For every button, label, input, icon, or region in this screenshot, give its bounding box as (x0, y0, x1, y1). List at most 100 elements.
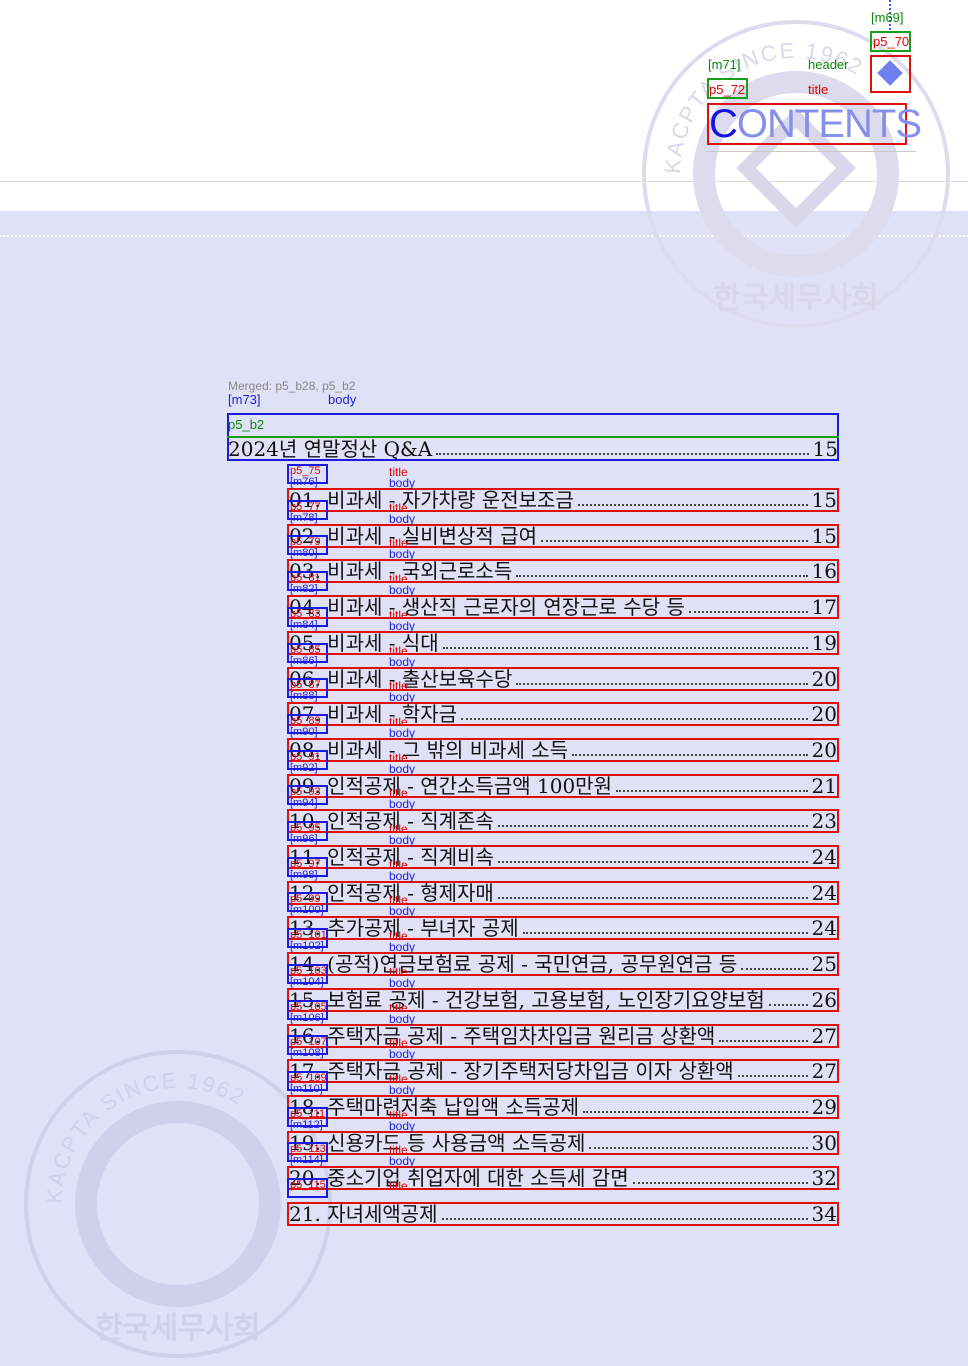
label-p572: p5_72 (709, 82, 746, 97)
row-m-label: [m84] (290, 619, 318, 631)
leader-dots (516, 575, 808, 577)
row-body-label: body (389, 476, 416, 490)
leader-dots (497, 897, 808, 899)
toc-item-page: 15 (811, 488, 837, 512)
toc-item[interactable]: 09. 인적공제 - 연간소득금액 100만원 21 (289, 775, 837, 797)
row-m-label: [m110] (290, 1083, 323, 1095)
label-title: title (808, 82, 829, 97)
toc-item[interactable]: 13. 추가공제 - 부녀자 공제 24 (289, 917, 837, 939)
leader-dots (589, 1147, 808, 1149)
leader-dots (441, 1218, 808, 1220)
toc-item-page: 21 (811, 774, 837, 798)
leader-dots (497, 861, 808, 863)
row-body-label: body (389, 726, 416, 740)
row-m-label: [m86] (290, 655, 318, 667)
row-body-label: body (389, 904, 416, 918)
toc-item[interactable]: 14. (공적)연금보험료 공제 - 국민연금, 공무원연금 등 25 (289, 953, 837, 975)
label-m71: [m71] (708, 57, 741, 72)
toc-item[interactable]: 12. 인적공제 - 형제자매 24 (289, 882, 837, 904)
leader-dots (615, 790, 808, 792)
toc-item[interactable]: 07. 비과세 - 학자금 20 (289, 703, 837, 725)
row-m-label: [m112] (290, 1119, 323, 1131)
toc-item[interactable]: 11. 인적공제 - 직계비속 24 (289, 846, 837, 868)
row-id-label: p5_115 (290, 1179, 326, 1191)
row-m-label: [m106] (290, 1012, 324, 1024)
row-body-label: body (389, 833, 416, 847)
toc-item-title: 16. 주택자금 공제 - 주택임차차입금 원리금 상환액 (289, 1024, 716, 1048)
row-title-label: title (389, 1179, 408, 1193)
watermark-arc-text-bottom: KACPTA SINCE 1962 (42, 1068, 248, 1205)
label-header: header (808, 57, 849, 72)
leader-dots (688, 611, 808, 613)
toc-item-page: 16 (811, 559, 837, 583)
toc-item-page: 27 (811, 1059, 837, 1083)
toc-item-page: 17 (811, 595, 837, 619)
row-body-label: body (389, 976, 416, 990)
toc-item-page: 30 (811, 1131, 837, 1155)
row-body-label: body (389, 655, 416, 669)
row-m-label: [m102] (290, 940, 324, 952)
leader-dots (768, 1004, 808, 1006)
label-body: body (328, 392, 357, 407)
toc-item[interactable]: 16. 주택자금 공제 - 주택임차차입금 원리금 상환액 27 (289, 1025, 837, 1047)
toc-item[interactable]: 01. 비과세 - 자가차량 운전보조금 15 (289, 489, 837, 511)
row-body-label: body (389, 690, 416, 704)
leader-dots (741, 968, 808, 970)
toc-item[interactable]: 08. 비과세 - 그 밖의 비과세 소득 20 (289, 739, 837, 761)
leader-dots (436, 453, 809, 455)
toc-item[interactable]: 04. 비과세 - 생산직 근로자의 연장근로 수당 등 17 (289, 596, 837, 618)
toc-item-page: 29 (811, 1095, 837, 1119)
row-m-label: [m76] (290, 476, 318, 488)
toc-item-page: 23 (811, 809, 837, 833)
toc-item[interactable]: 20. 중소기업 취업자에 대한 소득세 감면 32 (289, 1167, 837, 1189)
row-body-label: body (389, 869, 416, 883)
toc-item[interactable]: 06. 비과세 - 출산보육수당 20 (289, 668, 837, 690)
row-m-label: [m96] (290, 833, 318, 845)
toc-item-title: 01. 비과세 - 자가차량 운전보조금 (289, 488, 574, 512)
toc-item-page: 24 (811, 845, 837, 869)
toc-item-title: 15. 보험료 공제 - 건강보험, 고용보험, 노인장기요양보험 (289, 988, 765, 1012)
leader-dots (522, 932, 808, 934)
toc-item[interactable]: 15. 보험료 공제 - 건강보험, 고용보험, 노인장기요양보험 26 (289, 989, 837, 1011)
row-m-label: [m92] (290, 762, 318, 774)
row-m-label: [m98] (290, 869, 318, 881)
toc-item[interactable]: 05. 비과세 - 식대 19 (289, 632, 837, 654)
row-body-label: body (389, 1119, 416, 1133)
toc-item-title: 21. 자녀세액공제 (289, 1202, 438, 1226)
row-body-label: body (389, 619, 416, 633)
toc-item-title: 14. (공적)연금보험료 공제 - 국민연금, 공무원연금 등 (289, 952, 738, 976)
toc-item[interactable]: 02. 비과세 - 실비변상적 급여 15 (289, 525, 837, 547)
leader-dots (461, 718, 808, 720)
leader-dots (577, 504, 808, 506)
toc-item[interactable]: 17. 주택자금 공제 - 장기주택저당차입금 이자 상환액 27 (289, 1060, 837, 1082)
toc-item-page: 34 (811, 1202, 837, 1226)
toc-item-page: 20 (811, 738, 837, 762)
toc-item[interactable]: 21. 자녀세액공제 34 (289, 1203, 837, 1225)
toc-item[interactable]: 03. 비과세 - 국외근로소득 16 (289, 560, 837, 582)
label-m73: [m73] (228, 392, 261, 407)
toc-item-title: 04. 비과세 - 생산직 근로자의 연장근로 수당 등 (289, 595, 685, 619)
leader-dots (583, 1111, 808, 1113)
row-m-label: [m78] (290, 512, 318, 524)
row-m-label: [m80] (290, 547, 318, 559)
toc-main-title: 2024년 연말정산 Q&A (228, 437, 433, 461)
toc-item-page: 25 (811, 952, 837, 976)
toc-item-page: 26 (811, 988, 837, 1012)
toc-item-title: 18. 주택마련저축 납입액 소득공제 (289, 1095, 580, 1119)
row-m-label: [m114] (290, 1154, 323, 1166)
row-body-label: body (389, 547, 416, 561)
toc-main-row[interactable]: 2024년 연말정산 Q&A 15 (228, 438, 838, 460)
leader-dots (719, 1040, 808, 1042)
toc-item[interactable]: 19. 신용카드 등 사용금액 소득공제 30 (289, 1132, 837, 1154)
contents-title: CONTENTS (709, 102, 922, 146)
toc-item-title: 08. 비과세 - 그 밖의 비과세 소득 (289, 738, 569, 762)
toc-item-page: 19 (811, 631, 837, 655)
toc-item-title: 17. 주택자금 공제 - 장기주택저당차입금 이자 상환액 (289, 1059, 734, 1083)
row-m-label: [m88] (290, 690, 318, 702)
label-p570: p5_70 (873, 34, 910, 49)
toc-item[interactable]: 18. 주택마련저축 납입액 소득공제 29 (289, 1096, 837, 1118)
row-m-label: [m108] (290, 1047, 324, 1059)
toc-item[interactable]: 10. 인적공제 - 직계존속 23 (289, 810, 837, 832)
toc-item-page: 27 (811, 1024, 837, 1048)
title-underline (706, 151, 916, 152)
